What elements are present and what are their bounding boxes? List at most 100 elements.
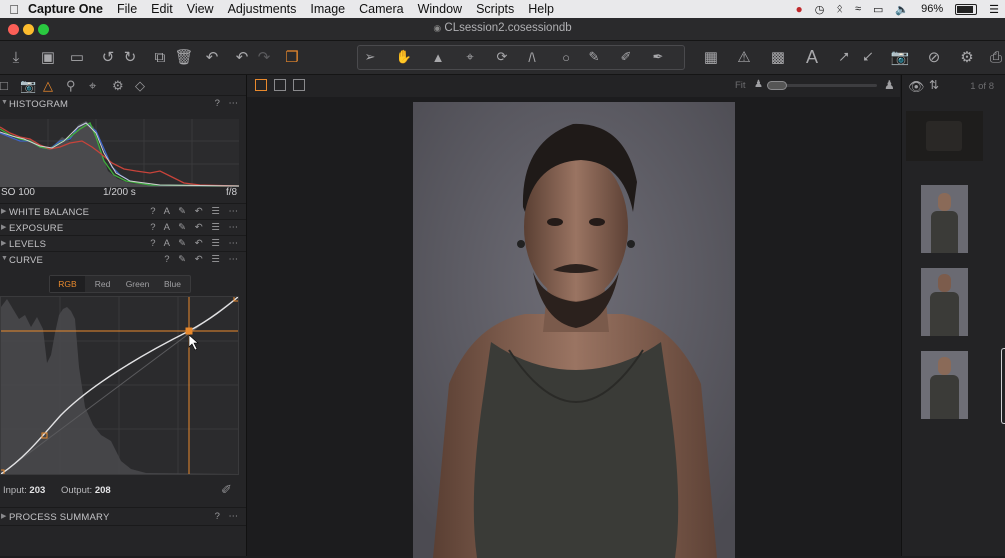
curve-tab-rgb[interactable]: RGB: [50, 276, 85, 292]
thumbnail-dark[interactable]: [906, 111, 983, 161]
spot-removal-icon[interactable]: ○: [556, 47, 576, 67]
collapse-triangle-icon[interactable]: ▼: [1, 255, 8, 262]
sort-icon[interactable]: ⇅: [929, 78, 939, 92]
curve-picker-icon[interactable]: ✐: [221, 482, 232, 498]
undo-icon[interactable]: ↶: [232, 47, 252, 67]
live-view-icon[interactable]: ▭: [67, 47, 87, 67]
curve-header[interactable]: ▼ CURVE ? ✎ ↶ ☰ ⋯: [0, 253, 246, 268]
curve-point-selected[interactable]: [185, 327, 193, 335]
annotate-icon[interactable]: ✒: [648, 47, 668, 67]
menu-view[interactable]: View: [187, 2, 214, 16]
creative-cloud-icon[interactable]: ●: [795, 2, 802, 16]
menu-camera[interactable]: Camera: [359, 2, 403, 16]
thumbnail-portrait-3[interactable]: [921, 351, 968, 419]
curve-title: CURVE: [9, 255, 44, 266]
menu-extras-icon[interactable]: ☰: [989, 3, 999, 16]
process-summary-controls[interactable]: ? ⋯: [215, 511, 241, 522]
expand-triangle-icon[interactable]: ▶: [1, 207, 7, 215]
select-cursor-icon[interactable]: ➢: [360, 47, 380, 67]
white-balance-controls[interactable]: ? A ✎ ↶ ☰ ⋯: [150, 206, 241, 217]
curve-tab-blue[interactable]: Blue: [155, 276, 190, 292]
person-small-icon[interactable]: ♟: [754, 79, 763, 90]
time-machine-icon[interactable]: ◷: [815, 3, 825, 16]
zoom-slider[interactable]: [767, 81, 877, 90]
settings-gear-icon[interactable]: ⚙: [957, 47, 977, 67]
multi-view-icon[interactable]: [255, 79, 267, 91]
person-large-icon[interactable]: ♟: [884, 78, 895, 92]
exposure-warning-icon[interactable]: ⚠: [734, 47, 754, 67]
menu-image[interactable]: Image: [310, 2, 345, 16]
rotate-left-icon[interactable]: ↺: [98, 47, 118, 67]
reset-adjustments-icon[interactable]: ↶: [202, 47, 222, 67]
grid-icon[interactable]: ▦: [701, 47, 721, 67]
wifi-icon[interactable]: ≈: [855, 3, 861, 15]
menu-adjustments[interactable]: Adjustments: [228, 2, 297, 16]
redo-icon[interactable]: ↷: [254, 47, 274, 67]
apple-icon[interactable]: : [0, 2, 28, 17]
arrow-down-left-icon[interactable]: ⭩: [858, 47, 878, 67]
rotate-tool-icon[interactable]: ⟳: [492, 47, 512, 67]
browser-scroll-indicator[interactable]: [1001, 348, 1005, 424]
menu-help[interactable]: Help: [528, 2, 554, 16]
collapse-triangle-icon[interactable]: ▼: [1, 99, 8, 106]
arrow-up-right-icon[interactable]: ⭧: [834, 47, 854, 67]
expand-triangle-icon[interactable]: ▶: [1, 239, 7, 247]
zoom-slider-handle[interactable]: [767, 81, 787, 90]
printer-icon[interactable]: ⎙: [986, 47, 1005, 67]
import-icon[interactable]: ⤓: [6, 47, 26, 67]
menu-file[interactable]: File: [117, 2, 137, 16]
curve-tab-green[interactable]: Green: [120, 276, 155, 292]
curve-tab-red[interactable]: Red: [85, 276, 120, 292]
capture-tab-icon[interactable]: 📷: [20, 78, 36, 94]
curve-svg[interactable]: [0, 295, 240, 476]
main-photo[interactable]: [413, 102, 735, 558]
crop-tab-icon[interactable]: ⌖: [89, 78, 96, 94]
metadata-tab-icon[interactable]: ◇: [135, 78, 145, 94]
color-tab-icon[interactable]: △: [43, 78, 53, 94]
eyedropper-icon[interactable]: ✐: [616, 47, 636, 67]
menu-scripts[interactable]: Scripts: [476, 2, 514, 16]
white-balance-header[interactable]: ▶ WHITE BALANCE ? A ✎ ↶ ☰ ⋯: [0, 205, 246, 220]
menu-edit[interactable]: Edit: [151, 2, 173, 16]
histogram-header[interactable]: ▼ HISTOGRAM ? ⋯: [0, 97, 246, 112]
exposure-controls[interactable]: ? A ✎ ↶ ☰ ⋯: [150, 222, 241, 233]
camera-tethered-icon[interactable]: ▣: [38, 47, 58, 67]
thumbnail-portrait-1[interactable]: [921, 185, 968, 253]
curve-editor[interactable]: [0, 295, 240, 476]
battery-icon[interactable]: [955, 3, 978, 15]
zoom-fit-label[interactable]: Fit: [735, 80, 746, 91]
levels-controls[interactable]: ? A ✎ ↶ ☰ ⋯: [150, 238, 241, 249]
process-summary-header[interactable]: ▶ PROCESS SUMMARY ? ⋯: [0, 510, 246, 525]
compare-view-icon[interactable]: [293, 79, 305, 91]
thumbnail-portrait-2[interactable]: [921, 268, 968, 336]
histogram-controls[interactable]: ? ⋯: [215, 98, 241, 109]
camera-icon[interactable]: 📷: [890, 47, 910, 67]
bluetooth-icon[interactable]: ᛟ: [836, 3, 843, 15]
volume-icon[interactable]: 🔈: [895, 3, 909, 16]
text-icon[interactable]: A: [802, 47, 822, 67]
eye-icon[interactable]: 👁: [908, 79, 925, 95]
single-view-icon[interactable]: [274, 79, 286, 91]
menu-app-name[interactable]: Capture One: [28, 2, 103, 16]
move-to-folder-icon[interactable]: ⧉: [150, 47, 170, 67]
no-entry-icon[interactable]: ⊘: [924, 47, 944, 67]
crop-icon[interactable]: ⌖: [460, 47, 480, 67]
menu-window[interactable]: Window: [418, 2, 462, 16]
expand-triangle-icon[interactable]: ▶: [1, 512, 7, 520]
guides-icon[interactable]: ▩: [768, 47, 788, 67]
copy-adjustments-icon[interactable]: ❐: [282, 47, 302, 67]
expand-triangle-icon[interactable]: ▶: [1, 223, 7, 231]
pan-hand-icon[interactable]: ✋: [394, 47, 414, 67]
search-tab-icon[interactable]: ⚲: [66, 78, 76, 94]
trash-icon[interactable]: 🗑: [174, 47, 194, 67]
library-tab-icon[interactable]: □: [0, 78, 8, 93]
rotate-right-icon[interactable]: ↻: [120, 47, 140, 67]
airplay-icon[interactable]: ▭: [873, 3, 883, 16]
exposure-header[interactable]: ▶ EXPOSURE ? A ✎ ↶ ☰ ⋯: [0, 221, 246, 236]
levels-header[interactable]: ▶ LEVELS ? A ✎ ↶ ☰ ⋯: [0, 237, 246, 252]
adjust-tab-icon[interactable]: ⚙: [112, 78, 124, 94]
keystone-icon[interactable]: /\: [522, 47, 542, 67]
loupe-icon[interactable]: ▲: [428, 47, 448, 67]
curve-controls[interactable]: ? ✎ ↶ ☰ ⋯: [164, 254, 241, 265]
brush-icon[interactable]: ✎: [584, 47, 604, 67]
